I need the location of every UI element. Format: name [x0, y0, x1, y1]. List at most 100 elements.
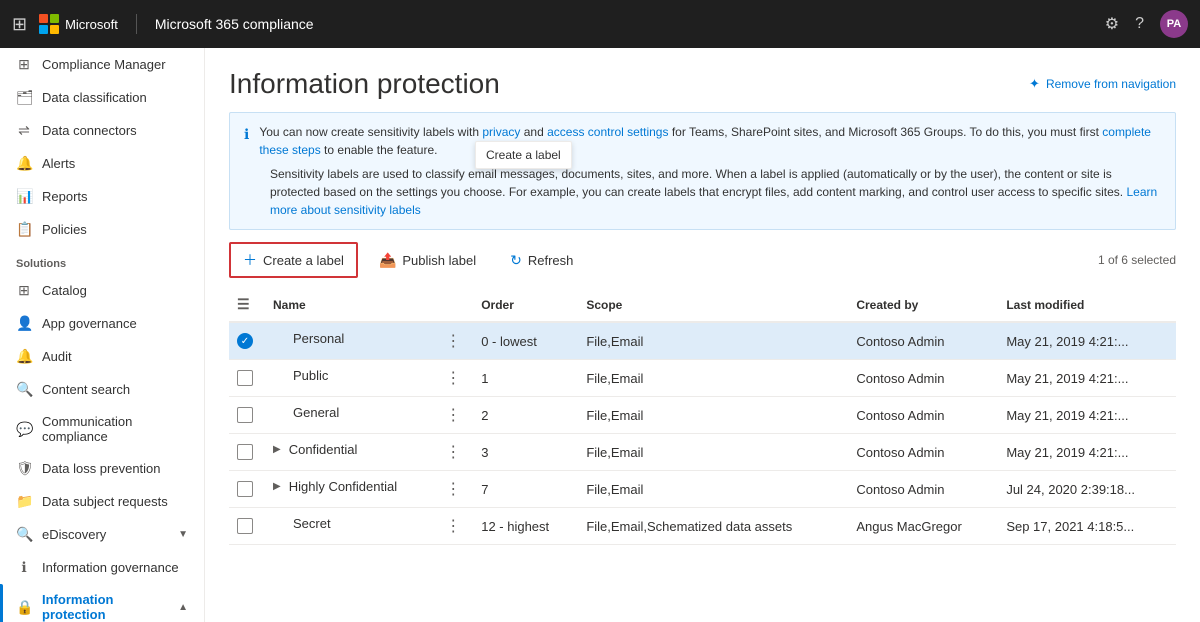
row-last-modified: Jul 24, 2020 2:39:18...: [998, 471, 1176, 508]
th-last-modified[interactable]: Last modified: [998, 288, 1176, 322]
row-created-by: Contoso Admin: [848, 434, 998, 471]
compliance-manager-icon: ⊞: [16, 56, 32, 73]
sidebar-item-data-connectors[interactable]: ⇌ Data connectors: [0, 114, 204, 147]
row-actions[interactable]: ⋮: [437, 360, 473, 397]
row-scope: File,Email: [578, 397, 848, 434]
microsoft-logo: Microsoft: [39, 14, 118, 34]
th-created-by[interactable]: Created by: [848, 288, 998, 322]
sidebar-item-communication-compliance[interactable]: 💬 Communication compliance: [0, 406, 204, 452]
info-banner-row: ℹ You can now create sensitivity labels …: [244, 123, 1161, 159]
sidebar-item-data-classification[interactable]: 🗂 Data classification: [0, 81, 204, 114]
row-last-modified: May 21, 2019 4:21:...: [998, 322, 1176, 360]
info-icon: ℹ: [244, 124, 249, 145]
sidebar-item-ediscovery[interactable]: 🔍 eDiscovery ▼: [0, 518, 204, 551]
info-and: and: [524, 125, 544, 139]
row-name: ▶Confidential: [265, 434, 437, 465]
remove-from-navigation-button[interactable]: ✦ Remove from navigation: [1029, 76, 1176, 92]
selected-count: 1 of 6 selected: [1098, 253, 1176, 267]
row-checkbox[interactable]: [229, 434, 265, 471]
settings-icon[interactable]: ⚙: [1105, 14, 1119, 34]
alerts-icon: 🔔: [16, 155, 32, 172]
microsoft-squares: [39, 14, 59, 34]
row-scope: File,Email: [578, 471, 848, 508]
expand-icon[interactable]: ▶: [273, 481, 281, 492]
row-scope: File,Email: [578, 434, 848, 471]
table-row[interactable]: ▶Confidential⋮3File,EmailContoso AdminMa…: [229, 434, 1176, 471]
expand-icon[interactable]: ▶: [273, 444, 281, 455]
sidebar-item-reports[interactable]: 📊 Reports: [0, 180, 204, 213]
data-loss-prevention-icon: 🛡: [16, 460, 32, 477]
row-actions[interactable]: ⋮: [437, 322, 473, 360]
info-privacy-link[interactable]: privacy: [482, 125, 520, 139]
sidebar-item-audit[interactable]: 🔔 Audit: [0, 340, 204, 373]
sidebar-item-label: Information protection: [42, 592, 168, 622]
create-label-button[interactable]: ＋ Create a label: [229, 242, 358, 278]
row-name: Personal: [265, 323, 437, 354]
ediscovery-icon: 🔍: [16, 526, 32, 543]
row-created-by: Contoso Admin: [848, 397, 998, 434]
sidebar-item-data-subject-requests[interactable]: 📁 Data subject requests: [0, 485, 204, 518]
sidebar-item-label: Audit: [42, 349, 72, 364]
row-checkbox[interactable]: [229, 508, 265, 545]
table-header-row: ☰ Name Order Scope Created by Last modif…: [229, 288, 1176, 322]
sidebar-item-label: Data loss prevention: [42, 461, 161, 476]
publish-label-label: Publish label: [402, 253, 476, 268]
info-text-1: You can now create sensitivity labels wi…: [259, 125, 479, 139]
row-scope: File,Email,Schematized data assets: [578, 508, 848, 545]
row-name: Public: [265, 360, 437, 391]
sidebar-item-label: Compliance Manager: [42, 57, 166, 72]
communication-compliance-icon: 💬: [16, 421, 32, 438]
info-text-2: for Teams, SharePoint sites, and Microso…: [672, 125, 1099, 139]
row-actions[interactable]: ⋮: [437, 508, 473, 545]
row-actions[interactable]: ⋮: [437, 397, 473, 434]
sidebar-item-data-loss-prevention[interactable]: 🛡 Data loss prevention: [0, 452, 204, 485]
row-name: Secret: [265, 508, 437, 539]
grid-icon[interactable]: ⊞: [12, 14, 27, 35]
row-checkbox[interactable]: ✓: [229, 322, 265, 360]
th-order[interactable]: Order: [473, 288, 578, 322]
sidebar-item-label: Policies: [42, 222, 87, 237]
remove-nav-label: Remove from navigation: [1046, 77, 1176, 91]
row-actions[interactable]: ⋮: [437, 471, 473, 508]
information-protection-chevron-icon: ▲: [178, 602, 188, 613]
th-checkbox[interactable]: ☰: [229, 288, 265, 322]
topbar: ⊞ Microsoft Microsoft 365 compliance ⚙ ?…: [0, 0, 1200, 48]
row-order: 2: [473, 397, 578, 434]
th-name[interactable]: Name: [265, 288, 437, 322]
info-access-control-link[interactable]: access control settings: [547, 125, 668, 139]
content-search-icon: 🔍: [16, 381, 32, 398]
main-content: Information protection ✦ Remove from nav…: [205, 48, 1200, 622]
layout: ⊞ Compliance Manager 🗂 Data classificati…: [0, 48, 1200, 622]
sidebar-item-information-governance[interactable]: ℹ Information governance: [0, 551, 204, 584]
sidebar-item-content-search[interactable]: 🔍 Content search: [0, 373, 204, 406]
table-row[interactable]: Secret⋮12 - highestFile,Email,Schematize…: [229, 508, 1176, 545]
th-actions: [437, 288, 473, 322]
sidebar-item-app-governance[interactable]: 👤 App governance: [0, 307, 204, 340]
user-avatar[interactable]: PA: [1160, 10, 1188, 38]
data-classification-icon: 🗂: [16, 89, 32, 106]
row-checkbox[interactable]: [229, 471, 265, 508]
topbar-divider: [136, 14, 137, 34]
table-row[interactable]: Public⋮1File,EmailContoso AdminMay 21, 2…: [229, 360, 1176, 397]
table-row[interactable]: ✓Personal⋮0 - lowestFile,EmailContoso Ad…: [229, 322, 1176, 360]
sidebar-item-alerts[interactable]: 🔔 Alerts: [0, 147, 204, 180]
info-text2-before: Sensitivity labels are used to classify …: [270, 167, 1123, 199]
publish-label-button[interactable]: 📤 Publish label: [366, 245, 489, 276]
sidebar-item-policies[interactable]: 📋 Policies: [0, 213, 204, 246]
sidebar-item-information-protection[interactable]: 🔒 Information protection ▲: [0, 584, 204, 622]
row-name: ▶Highly Confidential: [265, 471, 437, 502]
table-row[interactable]: General⋮2File,EmailContoso AdminMay 21, …: [229, 397, 1176, 434]
th-scope[interactable]: Scope: [578, 288, 848, 322]
help-icon[interactable]: ?: [1135, 15, 1144, 33]
refresh-button[interactable]: ↻ Refresh: [497, 245, 586, 276]
microsoft-label: Microsoft: [65, 17, 118, 32]
create-label-tooltip: Create a label: [475, 141, 572, 169]
row-checkbox[interactable]: [229, 360, 265, 397]
table-row[interactable]: ▶Highly Confidential⋮7File,EmailContoso …: [229, 471, 1176, 508]
audit-icon: 🔔: [16, 348, 32, 365]
row-checkbox[interactable]: [229, 397, 265, 434]
info-banner-text2: Sensitivity labels are used to classify …: [244, 165, 1161, 219]
sidebar-item-compliance-manager[interactable]: ⊞ Compliance Manager: [0, 48, 204, 81]
row-actions[interactable]: ⋮: [437, 434, 473, 471]
sidebar-item-catalog[interactable]: ⊞ Catalog: [0, 274, 204, 307]
